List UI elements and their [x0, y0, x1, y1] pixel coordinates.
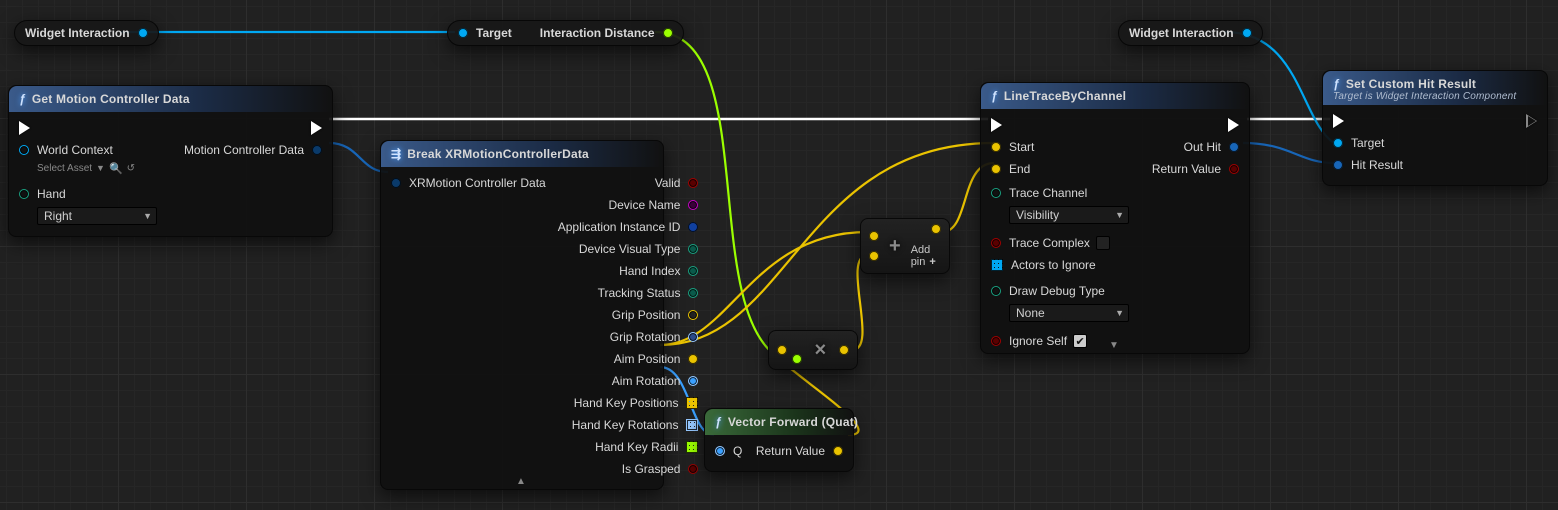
pin-actors-to-ignore[interactable] — [991, 259, 1003, 271]
node-title: Set Custom Hit Result — [1346, 77, 1476, 91]
pin-output-object[interactable] — [138, 28, 148, 38]
checkbox-trace-complex[interactable]: ✔ — [1096, 236, 1110, 250]
pin-world-context[interactable] — [19, 145, 29, 155]
pin-device-visual-type[interactable] — [688, 244, 698, 254]
chevron-down-icon: ▼ — [1115, 308, 1124, 318]
pin-label-interaction-distance: Interaction Distance — [540, 26, 655, 40]
pin-aim-rotation[interactable] — [688, 376, 698, 386]
chevron-down-icon: ▼ — [96, 163, 105, 173]
search-icon: 🔍 — [109, 162, 123, 175]
node-linetracebychannel[interactable]: ƒ LineTraceByChannel Start Out Hit End R… — [980, 82, 1250, 354]
pin-hit-result[interactable] — [1333, 160, 1343, 170]
node-add[interactable]: + Add pin+ — [860, 218, 950, 274]
reset-icon: ↺ — [127, 163, 135, 174]
pin-mult-b[interactable] — [792, 354, 802, 364]
pin-draw-debug[interactable] — [991, 286, 1001, 296]
node-title: Vector Forward (Quat) — [728, 415, 858, 429]
pin-device-name[interactable] — [688, 200, 698, 210]
function-icon: ƒ — [715, 415, 722, 429]
pin-label-hand: Hand — [37, 187, 66, 201]
break-icon: ⇶ — [391, 147, 401, 161]
asset-picker[interactable]: Select Asset ▼ 🔍 ↺ — [37, 162, 135, 175]
reroute-target-interactiondistance[interactable]: Target Interaction Distance — [447, 20, 684, 46]
node-multiply[interactable]: × — [768, 330, 858, 370]
pin-hand-index[interactable] — [688, 266, 698, 276]
pin-grip-position[interactable] — [688, 310, 698, 320]
pin-tracking-status[interactable] — [688, 288, 698, 298]
pin-is-grasped[interactable] — [688, 464, 698, 474]
pin-start[interactable] — [991, 142, 1001, 152]
node-header[interactable]: ⇶ Break XRMotionControllerData — [381, 141, 663, 167]
expand-toggle[interactable] — [1109, 340, 1121, 351]
variable-widget-interaction-2[interactable]: Widget Interaction — [1118, 20, 1263, 46]
node-header[interactable]: ƒ Vector Forward (Quat) — [705, 409, 853, 435]
pin-end[interactable] — [991, 164, 1001, 174]
node-get-motion-controller-data[interactable]: ƒ Get Motion Controller Data World Conte… — [8, 85, 333, 237]
pin-exec-out[interactable] — [1228, 118, 1239, 132]
chevron-down-icon: ▼ — [143, 211, 152, 221]
pin-output-float[interactable] — [663, 28, 673, 38]
pin-hand-key-positions[interactable] — [686, 397, 698, 409]
pin-hand[interactable] — [19, 189, 29, 199]
pin-exec-out[interactable] — [1526, 114, 1537, 128]
checkbox-ignore-self[interactable]: ✔ — [1073, 334, 1087, 348]
node-header[interactable]: ƒ Get Motion Controller Data — [9, 86, 332, 112]
pin-out-hit[interactable] — [1229, 142, 1239, 152]
pin-valid[interactable] — [688, 178, 698, 188]
pin-mcd-out[interactable] — [312, 145, 322, 155]
node-set-custom-hit-result[interactable]: ƒ Set Custom Hit Result Target is Widget… — [1322, 70, 1548, 186]
node-title: Get Motion Controller Data — [32, 92, 190, 106]
node-break-xrmotioncontrollerdata[interactable]: ⇶ Break XRMotionControllerData XRMotion … — [380, 140, 664, 490]
chip-label: Widget Interaction — [25, 26, 130, 40]
pin-exec-in[interactable] — [991, 118, 1002, 132]
pin-add-out[interactable] — [931, 224, 941, 234]
pin-label-world-context: World Context — [37, 143, 113, 157]
dropdown-trace-channel[interactable]: Visibility ▼ — [1009, 206, 1129, 224]
pin-exec-in[interactable] — [19, 121, 30, 135]
pin-return-value[interactable] — [833, 446, 843, 456]
pin-app-instance-id[interactable] — [688, 222, 698, 232]
pin-output-object[interactable] — [1242, 28, 1252, 38]
plus-icon: + — [889, 235, 901, 258]
pin-hand-key-rotations[interactable] — [686, 419, 698, 431]
pin-grip-rotation[interactable] — [688, 332, 698, 342]
pin-label-xrmcd: XRMotion Controller Data — [409, 176, 546, 190]
pin-add-b[interactable] — [869, 251, 879, 261]
dropdown-hand[interactable]: Right ▼ — [37, 207, 157, 225]
dropdown-draw-debug[interactable]: None ▼ — [1009, 304, 1129, 322]
node-title: LineTraceByChannel — [1004, 89, 1126, 103]
pin-exec-in[interactable] — [1333, 114, 1344, 128]
node-title: Break XRMotionControllerData — [407, 147, 589, 161]
node-header[interactable]: ƒ LineTraceByChannel — [981, 83, 1249, 109]
pin-trace-complex[interactable] — [991, 238, 1001, 248]
pin-mult-a[interactable] — [777, 345, 787, 355]
add-pin-button[interactable]: Add pin+ — [911, 244, 941, 268]
node-header[interactable]: ƒ Set Custom Hit Result Target is Widget… — [1323, 71, 1547, 105]
pin-label-mcd-out: Motion Controller Data — [184, 143, 304, 157]
wire-outhit-hitresult — [1243, 143, 1334, 163]
pin-trace-channel[interactable] — [991, 188, 1001, 198]
pin-return-value[interactable] — [1229, 164, 1239, 174]
function-icon: ƒ — [19, 92, 26, 106]
function-icon: ƒ — [991, 89, 998, 103]
node-vector-forward-quat[interactable]: ƒ Vector Forward (Quat) Q Return Value — [704, 408, 854, 472]
pin-exec-out[interactable] — [311, 121, 322, 135]
pin-mult-out[interactable] — [839, 345, 849, 355]
pin-hand-key-radii[interactable] — [686, 441, 698, 453]
pin-label-target: Target — [476, 26, 512, 40]
function-icon: ƒ — [1333, 77, 1340, 91]
chevron-down-icon: ▼ — [1115, 210, 1124, 220]
pin-input-target[interactable] — [458, 28, 468, 38]
node-subtitle: Target is Widget Interaction Component — [1333, 91, 1516, 102]
pin-xrmcd-in[interactable] — [391, 178, 401, 188]
pin-aim-position[interactable] — [688, 354, 698, 364]
pin-add-a[interactable] — [869, 231, 879, 241]
chip-label: Widget Interaction — [1129, 26, 1234, 40]
collapse-toggle[interactable] — [516, 476, 528, 487]
pin-q[interactable] — [715, 446, 725, 456]
pin-target[interactable] — [1333, 138, 1343, 148]
pin-ignore-self[interactable] — [991, 336, 1001, 346]
multiply-icon: × — [815, 339, 827, 362]
variable-widget-interaction-1[interactable]: Widget Interaction — [14, 20, 159, 46]
